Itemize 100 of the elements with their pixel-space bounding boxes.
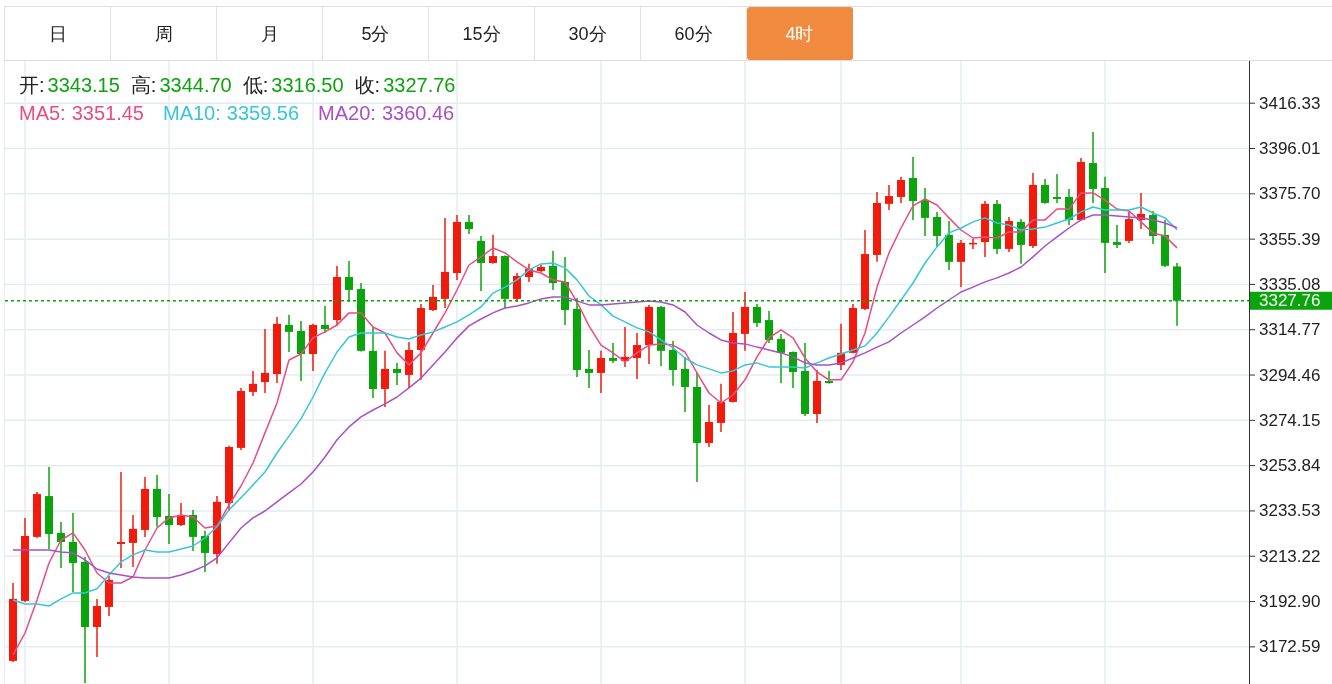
candle [165, 493, 173, 545]
candle [153, 474, 161, 528]
axis-tick-label: 3213.22 [1259, 546, 1321, 566]
candle [561, 256, 569, 326]
candle [357, 282, 365, 353]
axis-tick-label: 3335.08 [1259, 274, 1321, 294]
candle [249, 370, 257, 397]
candle [285, 314, 293, 353]
candle [1005, 216, 1013, 253]
candle [1113, 224, 1121, 249]
axis-tick-label: 3172.59 [1259, 637, 1321, 657]
candle [813, 369, 821, 424]
candle [309, 323, 317, 372]
candle [489, 234, 497, 265]
candle [333, 265, 341, 327]
legend-label: 收: [354, 73, 381, 97]
candle [141, 476, 149, 538]
candle [297, 320, 305, 382]
candle [957, 239, 965, 288]
candle [1149, 210, 1157, 245]
legend-label: MA20: [318, 101, 376, 125]
axis-tick-label: 3314.77 [1259, 320, 1321, 340]
candle [741, 291, 749, 352]
candle [177, 502, 185, 527]
candle [525, 263, 533, 283]
axis-tick-label: 3294.46 [1259, 365, 1321, 385]
candle [921, 187, 929, 237]
candle [213, 495, 221, 565]
candle [657, 305, 665, 367]
axis-tick-label: 3396.01 [1259, 139, 1321, 158]
candle [837, 323, 845, 371]
candle [981, 200, 989, 258]
candle [597, 350, 605, 394]
candle [873, 191, 881, 263]
candle [777, 333, 785, 384]
candle [1173, 262, 1181, 327]
legend-value: 3344.70 [159, 73, 232, 97]
candle [57, 521, 65, 569]
candle [897, 176, 905, 204]
ref-line-label: 3327.76 [1259, 291, 1321, 311]
candle [501, 254, 509, 309]
candle [765, 310, 773, 344]
candle [201, 530, 209, 573]
axis-tick-label: 3375.70 [1259, 184, 1321, 204]
candle [549, 250, 557, 291]
legend-label: 开: [19, 73, 45, 97]
candle [537, 264, 545, 273]
candle [945, 220, 953, 271]
candle [609, 342, 617, 364]
candle [465, 214, 473, 235]
candle [681, 356, 689, 413]
candle [429, 284, 437, 312]
candle [849, 303, 857, 355]
candle [717, 383, 725, 433]
price-badge: 3327.76 [1250, 291, 1332, 311]
candle [129, 514, 137, 568]
candle [753, 303, 761, 328]
candle [321, 305, 329, 334]
candle [1137, 192, 1145, 230]
candle [1041, 178, 1049, 205]
candle [237, 387, 245, 451]
legend-label: MA10: [163, 101, 221, 125]
candle [1017, 218, 1025, 265]
legend-value: 3316.50 [271, 73, 344, 97]
legend-value: 3343.15 [47, 73, 120, 97]
axis-tick-label: 3253.84 [1259, 456, 1321, 476]
legend-label: 高: [130, 73, 157, 97]
candle [345, 260, 353, 303]
legend-label: MA5: [19, 101, 66, 125]
candle [225, 445, 233, 512]
candle [1125, 211, 1133, 244]
candle [789, 350, 797, 389]
legend-value: 3359.56 [226, 101, 300, 125]
legend-value: 3360.46 [381, 101, 455, 125]
candle [909, 156, 917, 221]
candle [33, 491, 41, 539]
candle [453, 214, 461, 281]
candle [273, 316, 281, 384]
candle [477, 235, 485, 292]
axis-tick-label: 3192.90 [1259, 592, 1321, 612]
axis-tick-label: 3233.53 [1259, 501, 1321, 521]
candle [825, 370, 833, 385]
candle [105, 575, 113, 617]
candle [969, 238, 977, 250]
candle [1065, 188, 1073, 226]
candle [93, 598, 101, 658]
candle [381, 350, 389, 408]
axis-tick-label: 3274.15 [1259, 410, 1321, 430]
candle [261, 328, 269, 394]
axis-tick-label: 3416.33 [1259, 93, 1321, 113]
candle [993, 199, 1001, 255]
candle [633, 332, 641, 380]
candle [621, 326, 629, 368]
candle [405, 341, 413, 389]
candle [705, 404, 713, 448]
legend-value: 3327.76 [383, 73, 456, 97]
candle [1161, 219, 1169, 268]
candle [885, 184, 893, 211]
candle [585, 349, 593, 389]
candle [393, 362, 401, 386]
